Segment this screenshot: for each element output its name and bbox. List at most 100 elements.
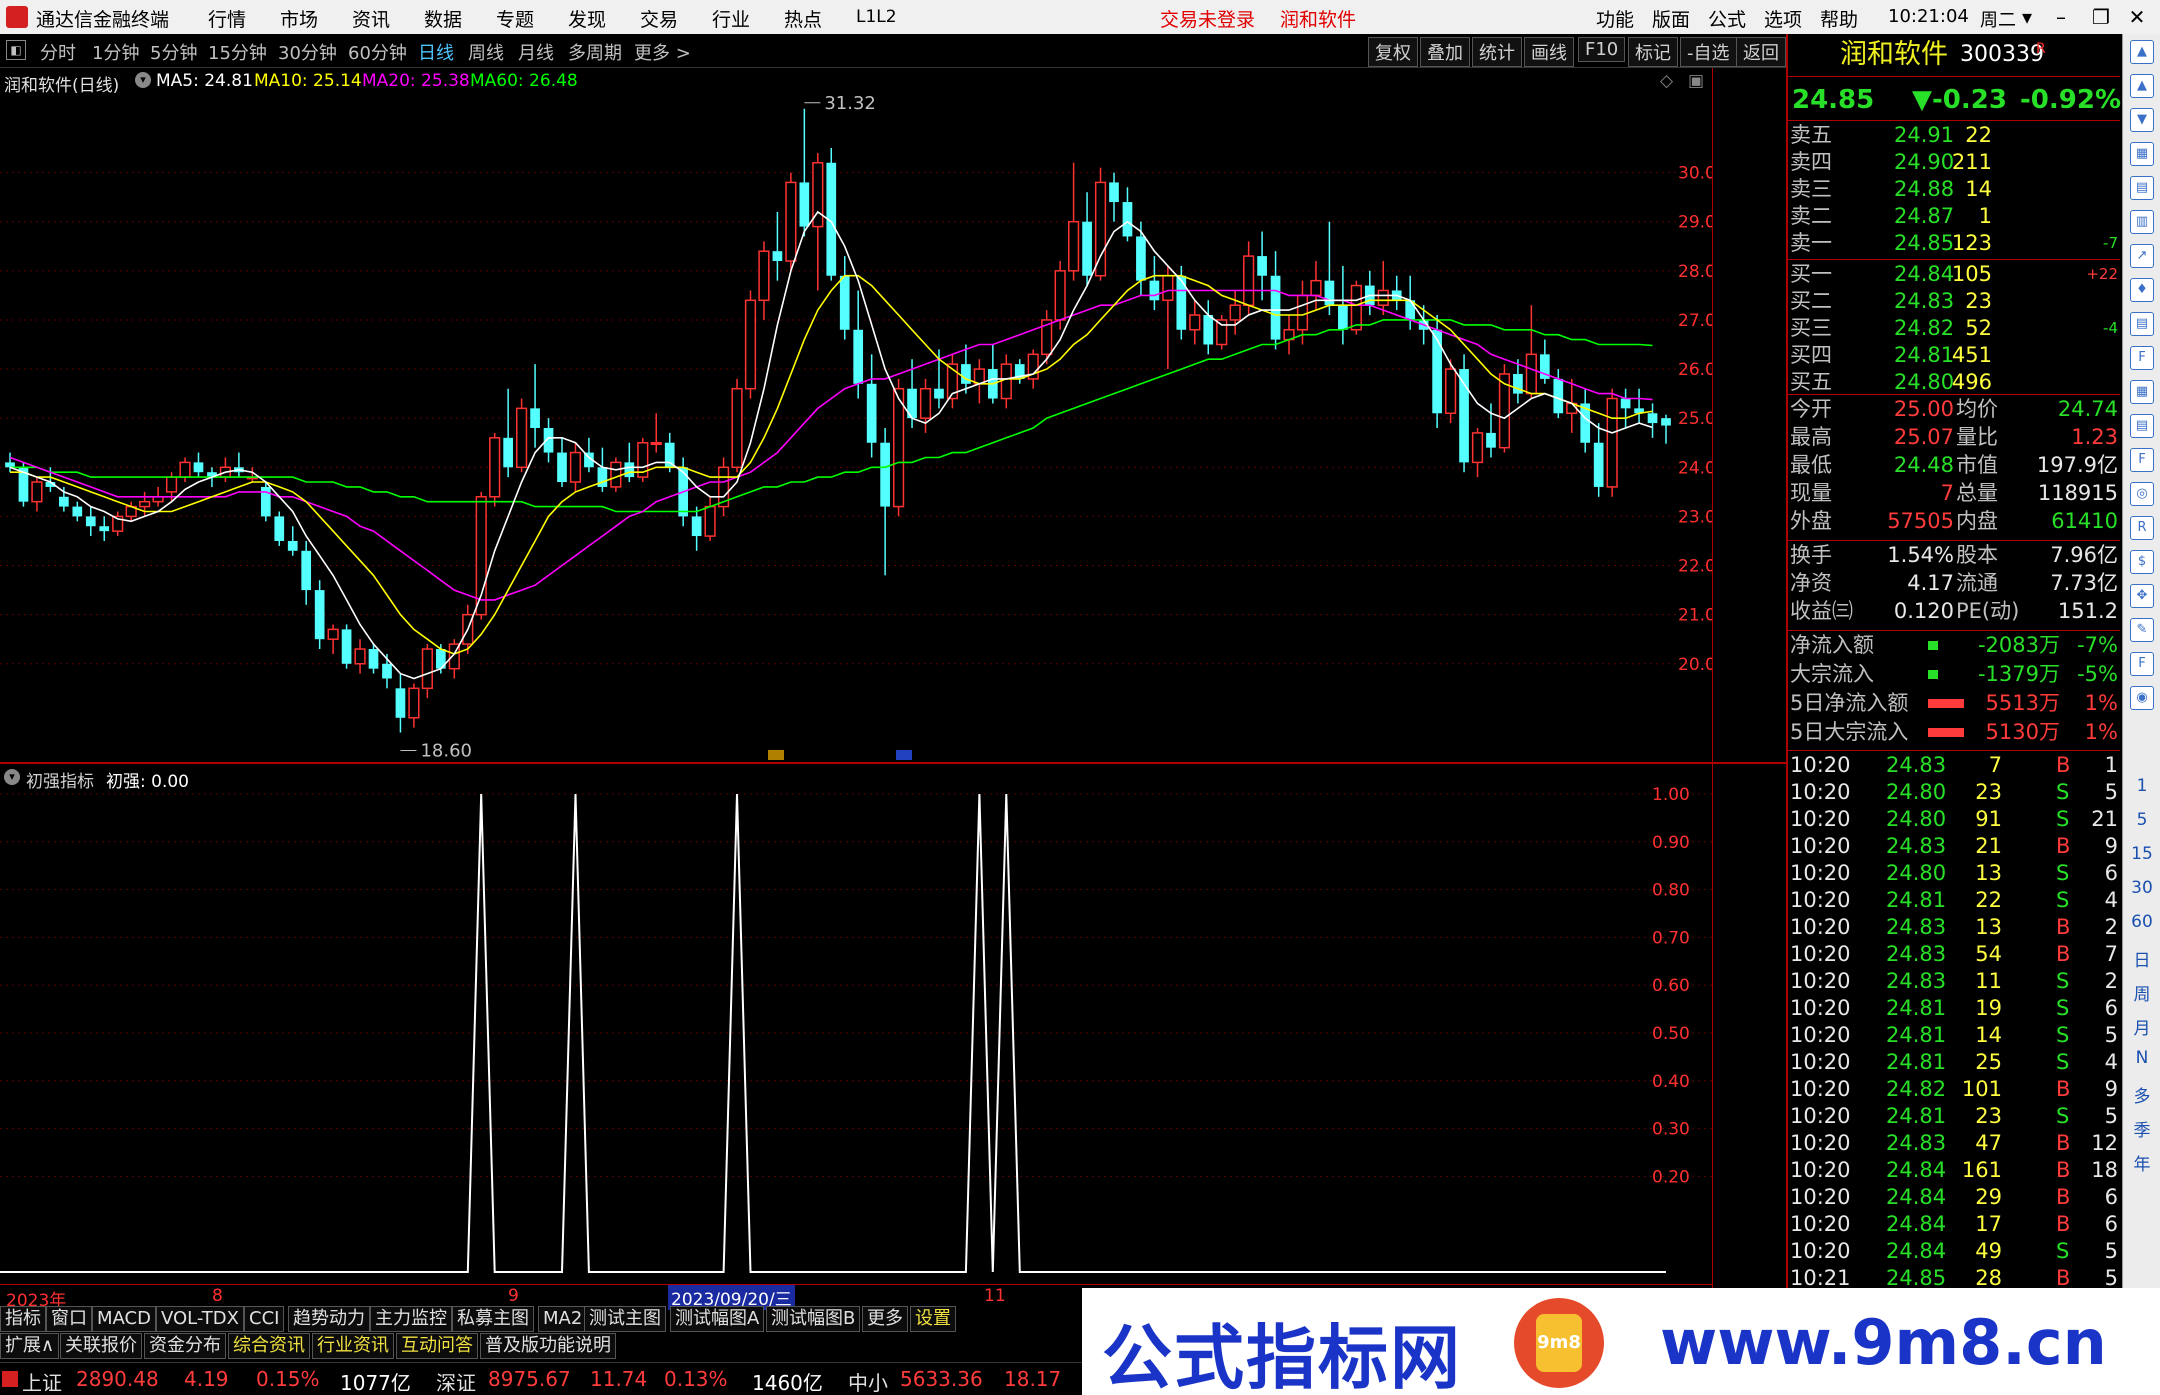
btn-watchlist[interactable]: -自选 [1680,37,1737,67]
candle-body[interactable] [1149,280,1160,301]
candle-body[interactable] [839,275,850,330]
candle-body[interactable] [1647,413,1658,424]
candle-body[interactable] [1593,442,1604,487]
candle-body[interactable] [368,649,379,669]
money-icon[interactable]: $ [2130,550,2154,574]
diamond-icon[interactable]: ◇ [1660,71,1673,91]
candle-body[interactable] [99,526,110,532]
radar-icon[interactable]: ◎ [2130,482,2154,506]
period-5min[interactable]: 5分钟 [150,39,197,65]
event-marker-icon[interactable] [896,750,912,760]
candle-body[interactable] [744,299,757,390]
candle-body[interactable] [301,550,312,591]
candle-body[interactable] [530,408,540,428]
matrix-icon[interactable]: ▦ [2130,380,2154,404]
candle-body[interactable] [72,506,83,517]
tab-private[interactable]: 私募主图 [452,1306,534,1332]
tab-test-a[interactable]: 测试幅图A [670,1306,765,1332]
menu-industry[interactable]: 行业 [712,5,750,32]
tab-related-quote[interactable]: 关联报价 [60,1333,142,1359]
scroll-up-icon[interactable]: ▲ [2130,74,2154,98]
candle-body[interactable] [179,461,191,478]
candle-body[interactable] [139,500,151,508]
candle-body[interactable] [31,481,43,503]
btn-overlay[interactable]: 叠加 [1420,37,1470,67]
menu-options[interactable]: 选项 [1764,5,1802,32]
candle-body[interactable] [1310,279,1322,297]
tab-expand[interactable]: 扩展∧ [0,1333,60,1359]
candle-body[interactable] [354,648,366,665]
candle-body[interactable] [880,442,890,507]
candle-body[interactable] [314,590,325,640]
tab-main-monitor[interactable]: 主力监控 [370,1306,452,1332]
zx-label[interactable]: 中小 [848,1367,888,1395]
candle-body[interactable] [1054,270,1066,321]
candle-body[interactable] [1471,432,1484,464]
ma-settings-icon[interactable]: ▾ [135,72,151,88]
candle-body[interactable] [691,516,702,537]
candle-body[interactable] [1068,220,1080,272]
candle-body[interactable] [1606,397,1618,488]
candle-body[interactable] [1203,315,1214,345]
candle-body[interactable] [1350,284,1362,331]
tab-general-info[interactable]: 综合资讯 [228,1333,310,1359]
diamond-icon[interactable]: ♦ [2130,278,2154,302]
candle-body[interactable] [287,540,298,551]
candle-body[interactable] [772,251,783,261]
candle-body[interactable] [569,451,582,483]
tab-settings[interactable]: 设置 [910,1306,956,1332]
rsi-icon[interactable]: R [2130,516,2154,540]
side-period-9[interactable]: 多 [2123,1082,2160,1107]
tab-vol[interactable]: VOL-TDX [156,1306,244,1332]
period-multi[interactable]: 多周期 [568,39,622,65]
btn-stats[interactable]: 统计 [1472,37,1522,67]
period-1min[interactable]: 1分钟 [92,39,139,65]
btn-back[interactable]: 返回 [1736,37,1786,67]
side-period-4[interactable]: 60 [2123,912,2160,932]
candle-body[interactable] [1377,289,1389,306]
candle-body[interactable] [1324,280,1335,306]
menu-trade[interactable]: 交易 [640,5,678,32]
collapse-up-icon[interactable]: ▲ [2130,40,2154,64]
candle-body[interactable] [503,437,513,468]
dropdown-icon[interactable]: ▾ [2010,2,2044,32]
candle-body[interactable] [395,688,406,718]
tab-indicator[interactable]: 指标 [0,1306,46,1332]
side-period-2[interactable]: 15 [2123,844,2160,864]
candle-body[interactable] [1270,275,1281,340]
side-period-5[interactable]: 日 [2123,946,2160,971]
candle-body[interactable] [59,496,69,507]
side-period-0[interactable]: 1 [2123,776,2160,796]
target-icon[interactable]: ◉ [2130,686,2154,710]
candle-body[interactable] [1486,432,1496,448]
candle-body[interactable] [489,437,501,498]
pen-icon[interactable]: ✎ [2130,618,2154,642]
period-daily[interactable]: 日线 [418,39,454,65]
candle-body[interactable] [1432,329,1442,414]
candle-body[interactable] [1553,378,1564,414]
grid-icon[interactable]: ▦ [2130,142,2154,166]
candle-body[interactable] [853,329,864,384]
candle-body[interactable] [274,516,285,541]
candle-body[interactable] [919,387,932,419]
trade-login-status[interactable]: 交易未登录 [1160,5,1255,32]
menu-hot[interactable]: 热点 [784,5,822,32]
candle-body[interactable] [1000,363,1012,400]
candle-body[interactable] [973,368,985,385]
menu-data[interactable]: 数据 [424,5,462,32]
tab-window[interactable]: 窗口 [46,1306,92,1332]
candle-body[interactable] [1216,319,1228,346]
candle-body[interactable] [1109,182,1119,203]
candle-body[interactable] [1229,304,1241,321]
period-15min[interactable]: 15分钟 [208,39,267,65]
candle-body[interactable] [1189,314,1201,331]
restore-icon[interactable]: ❐ [2086,2,2116,32]
candle-body[interactable] [516,407,528,469]
candle-body[interactable] [408,687,420,719]
candle-body[interactable] [892,387,905,508]
candle-body[interactable] [327,628,339,640]
candle-body[interactable] [1257,256,1267,276]
candle-body[interactable] [799,182,810,227]
candle-body[interactable] [557,452,567,483]
tab-cci[interactable]: CCI [244,1306,285,1332]
